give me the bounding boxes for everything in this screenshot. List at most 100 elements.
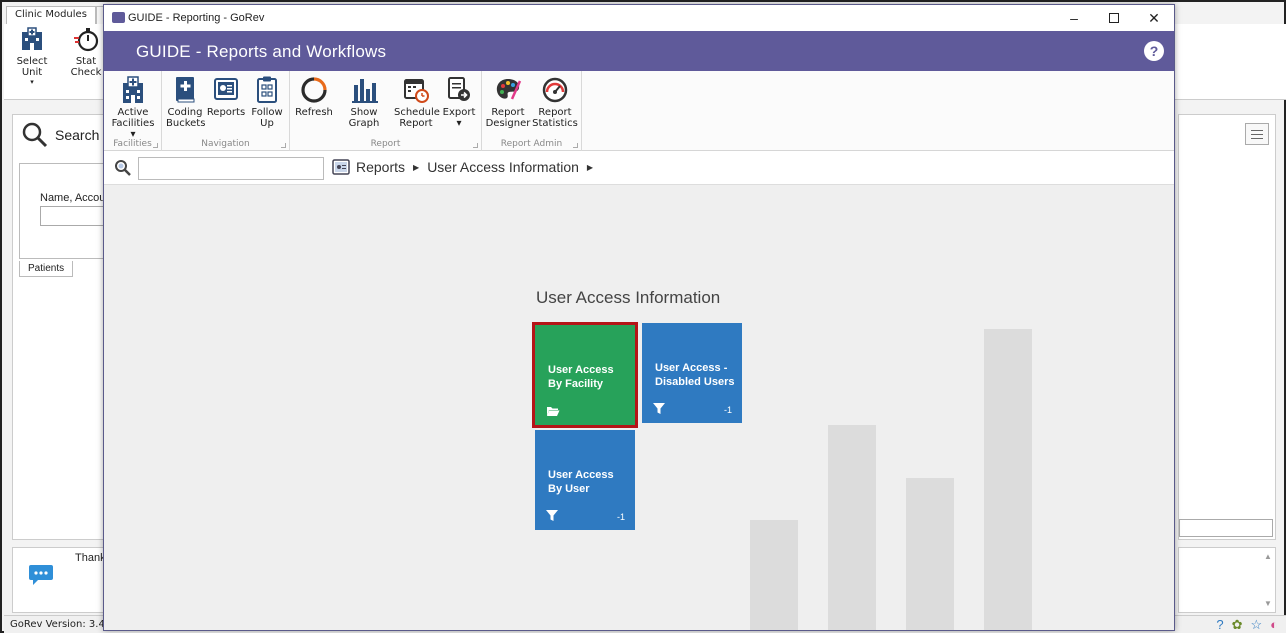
hamburger-menu-button[interactable] [1245,123,1269,145]
tile-label: User Access - Disabled Users [655,362,735,388]
search-input[interactable] [138,157,324,180]
select-unit-button[interactable]: Select Unit ▾ [6,26,58,86]
tile-count: -1 [616,512,625,522]
window-title: GUIDE - Reporting - GoRev [128,12,265,24]
group-launcher-icon[interactable] [473,143,478,148]
tile-label: User Access By User [548,469,614,495]
report-designer-button[interactable]: Report Designer [484,75,532,129]
bug-icon[interactable]: ✿ [1232,617,1243,633]
follow-up-label: Follow Up [251,107,283,129]
tile-user-access-by-facility[interactable]: User Access By Facility [532,322,638,428]
export-label: Export ▾ [442,107,476,129]
ribbon-group-label-navigation: Navigation [201,139,250,149]
maximize-icon [1109,13,1119,23]
tab-patients[interactable]: Patients [19,261,74,277]
app-header: GUIDE - Reports and Workflows ? [104,31,1174,71]
select-unit-label: Select Unit [16,56,48,78]
search-icon[interactable] [114,159,132,177]
tab-clinic-modules[interactable]: Clinic Modules [6,6,96,24]
status-icons: ? ✿ ☆ ◐ [1216,617,1278,633]
export-icon [448,77,470,101]
help-button[interactable]: ? [1144,41,1164,61]
refresh-button[interactable]: Refresh [294,75,334,118]
export-button[interactable]: Export ▾ [440,75,478,129]
reports-icon [214,78,238,100]
breadcrumb: Reports ▶ User Access Information ▶ [332,159,601,175]
search-icon [22,122,48,148]
group-launcher-icon[interactable] [573,143,578,148]
group-launcher-icon[interactable] [281,143,286,148]
book-icon [176,77,195,103]
report-content-area: User Access Information User Access By F… [104,186,1174,630]
coding-buckets-button[interactable]: Coding Buckets [166,75,206,129]
ribbon-group-report-admin: Report Designer Report Statistics Report… [482,71,582,151]
refresh-label: Refresh [295,107,333,118]
background-right-input[interactable] [1179,519,1273,537]
background-bar-decoration [984,329,1032,630]
calendar-icon [404,79,429,103]
ribbon-group-label-report: Report [370,139,401,149]
active-facilities-label: Active Facilities ▾ [111,107,155,140]
scrollbar[interactable]: ▲ ▼ [1263,552,1273,608]
background-right-bottom-panel: ▲ ▼ [1178,547,1276,613]
search-title: Search [55,127,100,143]
stat-check-label: Stat Check [70,56,102,78]
breadcrumb-item-reports[interactable]: Reports [356,159,405,175]
hospital-icon [22,27,42,50]
gauge-icon [542,77,568,103]
report-statistics-label: Report Statistics [532,107,578,129]
ribbon-group-report: Refresh Show Graph Schedule Report Expor… [290,71,482,151]
tile-user-access-by-user[interactable]: User Access By User -1 [535,430,635,530]
chevron-right-icon: ▶ [413,162,420,172]
name-account-label: Name, Accou [40,192,106,204]
reports-label: Reports [206,107,246,118]
group-launcher-icon[interactable] [153,143,158,148]
refresh-icon [301,77,327,103]
background-bar-decoration [750,520,798,630]
filter-icon [653,403,665,414]
section-title: User Access Information [536,288,721,307]
background-bar-decoration [828,425,876,630]
color-wheel-icon[interactable]: ◐ [1270,617,1278,633]
folder-icon [547,407,560,416]
schedule-report-button[interactable]: Schedule Report [394,75,440,129]
breadcrumb-item-user-access[interactable]: User Access Information [427,159,579,175]
help-icon[interactable]: ? [1216,617,1223,633]
close-button[interactable]: ✕ [1134,5,1174,31]
background-right-panel [1178,114,1276,540]
background-bar-decoration [906,478,954,630]
show-graph-label: Show Graph [348,107,380,129]
tile-user-access-disabled-users[interactable]: User Access - Disabled Users -1 [642,323,742,423]
filter-icon [546,510,558,521]
background-search-panel: Search Name, Accou Patients [12,114,120,540]
palette-icon [496,79,522,100]
header-title: GUIDE - Reports and Workflows [136,42,387,61]
graph-icon [352,79,378,103]
search-toolbar: Reports ▶ User Access Information ▶ [104,151,1174,185]
ribbon-group-label-report-admin: Report Admin [500,139,563,149]
maximize-button[interactable] [1094,5,1134,31]
report-designer-label: Report Designer [485,107,531,129]
stopwatch-icon [74,28,99,52]
chevron-right-icon[interactable]: ▶ [587,163,593,172]
schedule-report-label: Schedule Report [394,107,440,129]
show-graph-button[interactable]: Show Graph [336,75,392,129]
app-icon [112,12,125,23]
reporting-window: GUIDE - Reporting - GoRev – ✕ GUIDE - Re… [103,4,1175,631]
active-facilities-button[interactable]: Active Facilities ▾ [108,75,158,140]
background-chat-panel: Thank [12,547,112,613]
ribbon-group-facilities: Active Facilities ▾ Facilities [104,71,162,151]
reports-button[interactable]: Reports [206,75,246,118]
minimize-button[interactable]: – [1054,5,1094,31]
star-icon[interactable]: ☆ [1250,617,1262,633]
chat-icon[interactable] [29,562,53,586]
coding-buckets-label: Coding Buckets [166,107,206,129]
reports-icon [332,159,350,175]
window-titlebar[interactable]: GUIDE - Reporting - GoRev – ✕ [104,5,1174,31]
report-statistics-button[interactable]: Report Statistics [532,75,578,129]
clipboard-icon [257,76,277,103]
tile-count: -1 [723,405,732,415]
tile-label: User Access By Facility [548,364,614,390]
chat-message-text: Thank [75,552,106,564]
follow-up-button[interactable]: Follow Up [248,75,286,129]
